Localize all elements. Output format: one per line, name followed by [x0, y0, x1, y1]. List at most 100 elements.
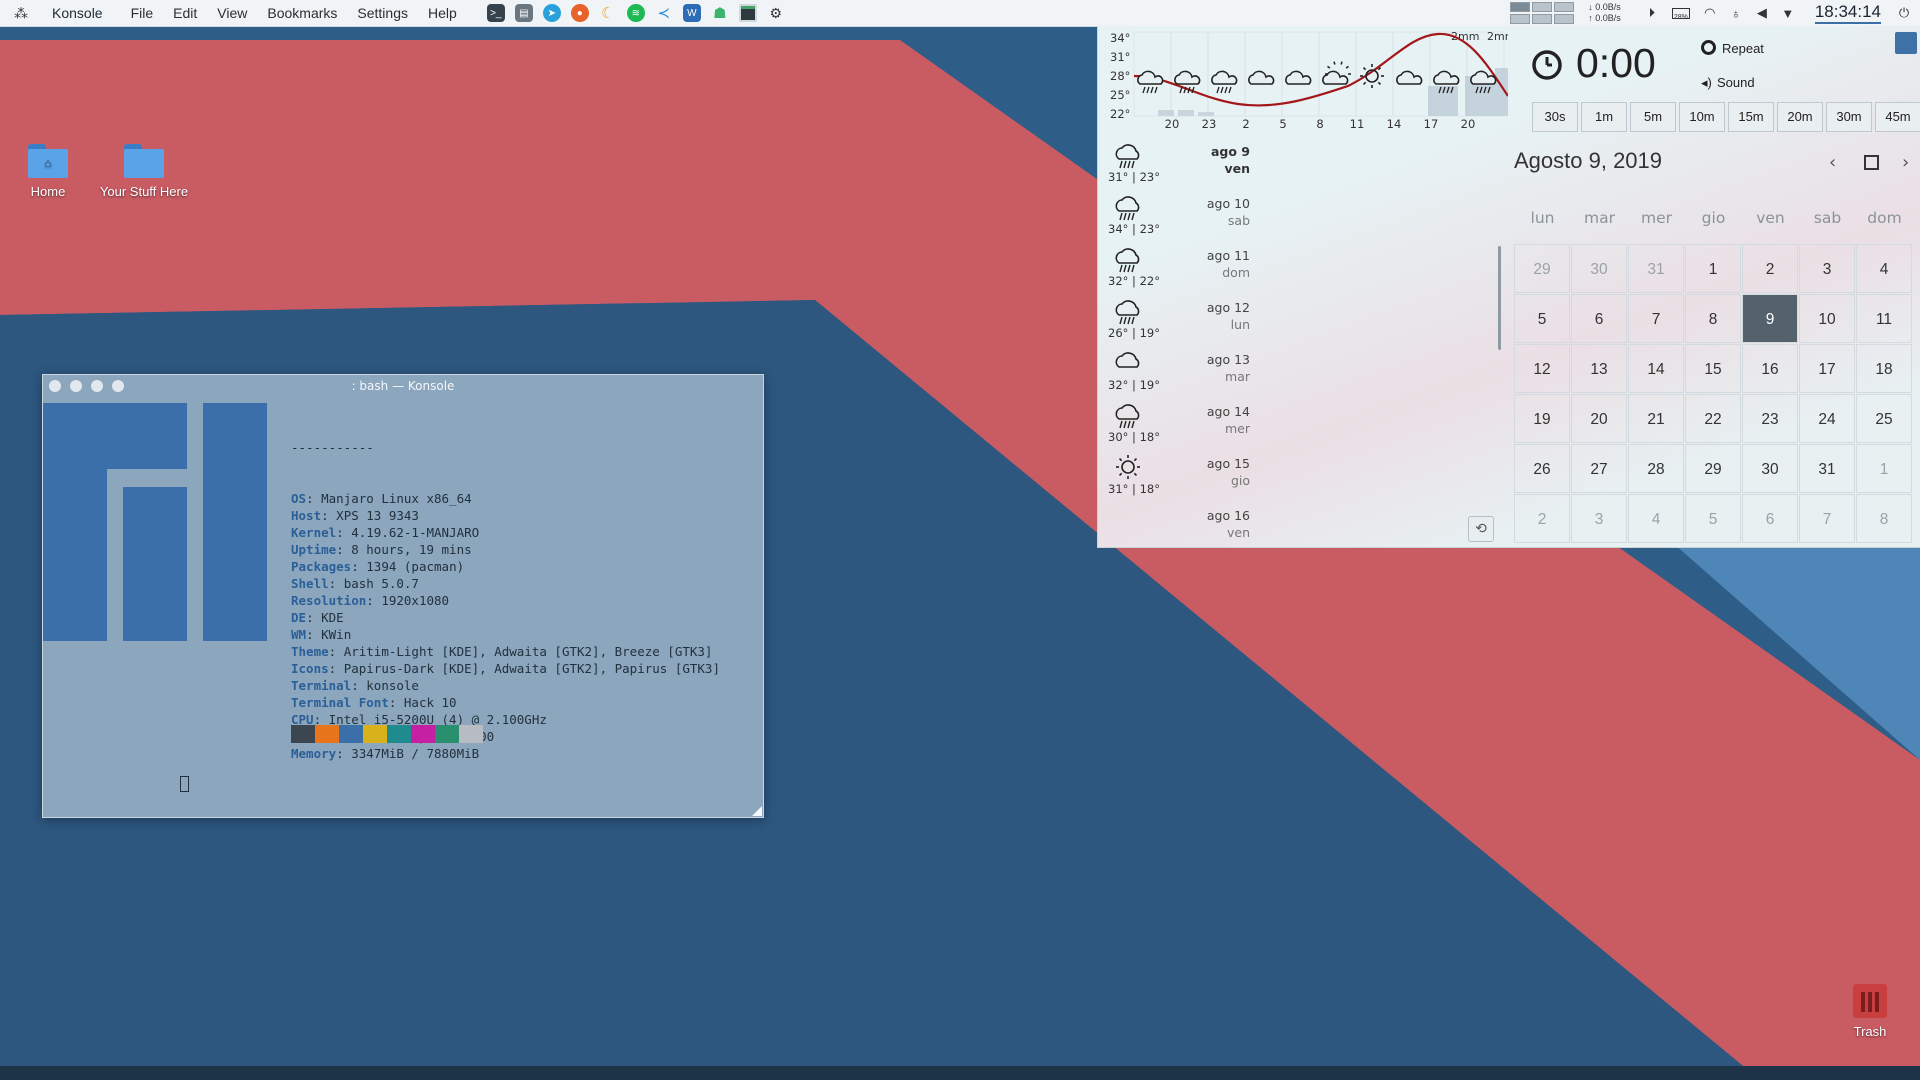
info-key: Kernel [291, 525, 337, 540]
calendar-day[interactable]: 9 [1742, 294, 1798, 343]
forecast-scrollbar[interactable] [1498, 246, 1501, 350]
calendar-day[interactable]: 6 [1571, 294, 1627, 343]
calendar-day[interactable]: 25 [1856, 394, 1912, 443]
terminal-icon[interactable] [738, 4, 757, 22]
calendar-day[interactable]: 3 [1571, 494, 1627, 543]
calendar-day[interactable]: 4 [1856, 244, 1912, 293]
calendar-day[interactable]: 19 [1514, 394, 1570, 443]
resize-grip[interactable] [752, 806, 762, 816]
calendar-day[interactable]: 14 [1628, 344, 1684, 393]
settings-icon[interactable]: ⚙ [767, 4, 785, 22]
vscode-icon[interactable]: ≺ [655, 4, 673, 22]
calendar-day[interactable]: 30 [1571, 244, 1627, 293]
menu-settings[interactable]: Settings [357, 5, 408, 21]
telegram-icon[interactable]: ➤ [542, 4, 561, 22]
timer-preset-button[interactable]: 30s [1532, 102, 1578, 132]
calendar-day[interactable]: 12 [1514, 344, 1570, 393]
meteogram-x-tick: 2 [1242, 117, 1249, 131]
task-manager: >_ ▤ ➤ ● ☾ ≋ ≺ W ☗ ⚙ [486, 4, 785, 22]
calendar-day[interactable]: 26 [1514, 444, 1570, 493]
menu-help[interactable]: Help [428, 5, 457, 21]
info-key: Resolution [291, 593, 367, 608]
menu-file[interactable]: File [131, 5, 154, 21]
calendar-day[interactable]: 6 [1742, 494, 1798, 543]
rain-icon [1115, 404, 1140, 429]
wifi-icon[interactable]: ◠ [1702, 5, 1718, 21]
chevron-down-icon[interactable]: ▼ [1780, 5, 1796, 21]
menu-view[interactable]: View [217, 5, 247, 21]
calendar-day[interactable]: 11 [1856, 294, 1912, 343]
pin-button[interactable] [1895, 32, 1917, 54]
firefox-icon[interactable]: ● [570, 4, 589, 22]
media-play-icon[interactable]: ⏵ [1644, 5, 1660, 21]
desktop-icon-trash[interactable]: Trash [1830, 984, 1910, 1039]
calendar-day[interactable]: 31 [1799, 444, 1855, 493]
calendar-day[interactable]: 2 [1742, 244, 1798, 293]
calendar-day[interactable]: 5 [1685, 494, 1741, 543]
calendar-day[interactable]: 28 [1628, 444, 1684, 493]
calendar-day[interactable]: 27 [1571, 444, 1627, 493]
calendar-day[interactable]: 7 [1628, 294, 1684, 343]
chevron-left-icon[interactable]: ‹ [1829, 152, 1836, 173]
calendar-day[interactable]: 21 [1628, 394, 1684, 443]
info-line: Terminal: konsole [291, 678, 419, 693]
volume-icon[interactable]: ◀ [1754, 5, 1770, 21]
desktop-icon-home[interactable]: ⌂ Home [3, 144, 93, 199]
chevron-right-icon[interactable]: › [1902, 152, 1909, 173]
calendar-day[interactable]: 1 [1685, 244, 1741, 293]
window-titlebar[interactable]: : bash — Konsole [43, 375, 763, 397]
calendar-day[interactable]: 8 [1856, 494, 1912, 543]
timer-preset-button[interactable]: 10m [1679, 102, 1725, 132]
timer-preset-button[interactable]: 1m [1581, 102, 1627, 132]
desktop-icon-label: Home [30, 184, 66, 199]
repeat-option[interactable]: Repeat [1701, 40, 1764, 56]
sound-option[interactable]: ◂) Sound [1701, 75, 1755, 91]
android-icon[interactable]: ☗ [711, 4, 729, 22]
calendar-day[interactable]: 4 [1628, 494, 1684, 543]
konsole-icon[interactable]: >_ [486, 4, 505, 22]
panel-clock[interactable]: 18:34:14 [1814, 2, 1881, 24]
timer-preset-button[interactable]: 45m [1875, 102, 1920, 132]
calendar-day[interactable]: 29 [1514, 244, 1570, 293]
files-icon[interactable]: ▤ [514, 4, 533, 22]
app-launcher-icon[interactable]: ⁂ [10, 2, 32, 24]
timer-preset-button[interactable]: 5m [1630, 102, 1676, 132]
calendar-day[interactable]: 7 [1799, 494, 1855, 543]
calendar-day[interactable]: 5 [1514, 294, 1570, 343]
spotify-icon[interactable]: ≋ [626, 4, 645, 22]
konsole-window[interactable]: : bash — Konsole ----------- OS: Manjaro… [42, 374, 764, 818]
calendar-day[interactable]: 23 [1742, 394, 1798, 443]
calendar-day[interactable]: 24 [1799, 394, 1855, 443]
calendar-day[interactable]: 1 [1856, 444, 1912, 493]
calendar-day[interactable]: 13 [1571, 344, 1627, 393]
today-button[interactable] [1864, 155, 1879, 170]
battery-icon[interactable]: 28% [1670, 5, 1692, 21]
desktop-icon-your-stuff[interactable]: Your Stuff Here [99, 144, 189, 199]
calendar-day[interactable]: 22 [1685, 394, 1741, 443]
lightbulb-icon[interactable]: ♁ [1728, 5, 1744, 21]
calendar-day[interactable]: 30 [1742, 444, 1798, 493]
timer-preset-button[interactable]: 30m [1826, 102, 1872, 132]
refresh-icon[interactable]: ⟲ [1468, 516, 1494, 542]
menu-bookmarks[interactable]: Bookmarks [267, 5, 337, 21]
timer-value[interactable]: 0:00 [1576, 40, 1656, 87]
office-icon[interactable]: W [682, 4, 701, 22]
calendar-day[interactable]: 29 [1685, 444, 1741, 493]
calendar-day[interactable]: 20 [1571, 394, 1627, 443]
calendar-day[interactable]: 31 [1628, 244, 1684, 293]
power-icon[interactable]: ⏻ [1896, 5, 1912, 21]
calendar-day[interactable]: 3 [1799, 244, 1855, 293]
calendar-day[interactable]: 16 [1742, 344, 1798, 393]
calendar-day[interactable]: 10 [1799, 294, 1855, 343]
virtual-desktop-pager[interactable] [1510, 2, 1575, 24]
calendar-weekday: mar [1584, 209, 1615, 227]
timer-preset-button[interactable]: 20m [1777, 102, 1823, 132]
timer-preset-button[interactable]: 15m [1728, 102, 1774, 132]
moon-icon[interactable]: ☾ [599, 4, 617, 22]
calendar-day[interactable]: 8 [1685, 294, 1741, 343]
calendar-day[interactable]: 17 [1799, 344, 1855, 393]
calendar-day[interactable]: 15 [1685, 344, 1741, 393]
calendar-day[interactable]: 2 [1514, 494, 1570, 543]
menu-edit[interactable]: Edit [173, 5, 197, 21]
calendar-day[interactable]: 18 [1856, 344, 1912, 393]
